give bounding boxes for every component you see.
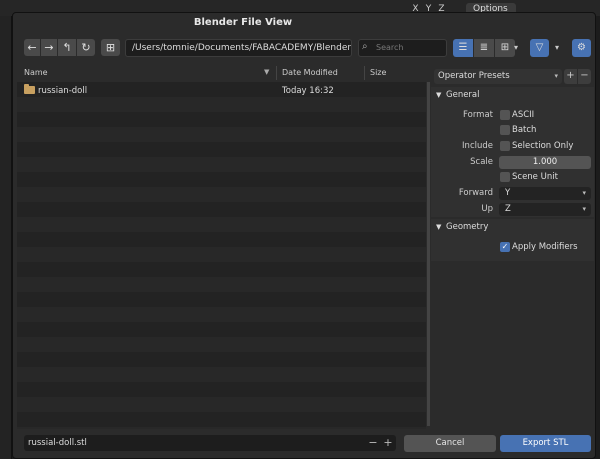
new-folder-icon: ⊞ [105,41,116,54]
selection-only-checkbox[interactable] [500,141,510,151]
export-stl-button[interactable]: Export STL [500,435,591,452]
ascii-label: ASCII [512,110,535,120]
parent-directory-button[interactable]: ↰ [58,39,76,56]
general-header-label: General [446,90,480,100]
arrow-right-icon: → [44,41,54,54]
plus-icon: + [566,70,575,81]
scale-label: Scale [470,157,493,167]
filter-button[interactable]: ▽ [530,39,549,57]
general-section-header[interactable]: ▼ General [431,87,594,104]
dialog-title: Blender File View [193,17,293,28]
minus-icon: − [368,436,378,449]
gear-icon: ⚙ [577,42,586,53]
add-preset-button[interactable]: + [564,69,577,84]
arrow-left-icon: ← [27,41,37,54]
geometry-header-label: Geometry [446,222,489,232]
plus-icon: + [383,436,393,449]
background-left-panel [0,16,12,459]
format-label: Format [463,110,493,120]
list-scrollbar[interactable] [427,82,430,426]
decrement-filename-button[interactable]: − [367,435,379,451]
apply-modifiers-checkbox[interactable]: ✓ [500,242,510,252]
filename-input[interactable]: russial-doll.stl [24,435,396,451]
chevron-down-icon: ▾ [582,205,586,213]
include-label: Include [462,141,493,151]
compact-list-icon: ≣ [479,42,489,53]
search-icon: ⌕ [362,41,368,52]
batch-label: Batch [512,125,537,135]
ascii-checkbox[interactable] [500,110,510,120]
up-label: Up [481,204,493,214]
presets-label: Operator Presets [438,71,510,81]
refresh-button[interactable]: ↻ [77,39,95,56]
refresh-icon: ↻ [81,41,91,54]
grid-view-icon: ⊞ [500,42,510,53]
forward-label: Forward [458,188,493,198]
folder-icon [24,84,35,94]
apply-modifiers-label: Apply Modifiers [512,242,578,252]
scene-unit-checkbox[interactable] [500,172,510,182]
file-list [17,82,426,429]
directory-path-input[interactable]: /Users/tomnie/Documents/FABACADEMY/Blend… [125,39,352,57]
operator-presets-dropdown[interactable]: Operator Presets ▾ [434,69,562,84]
column-divider [364,66,365,80]
file-name: russian-doll [38,86,88,96]
chevron-down-icon: ▾ [554,72,558,80]
chevron-down-icon: ▾ [582,189,586,197]
batch-checkbox[interactable] [500,125,510,135]
forward-button[interactable]: → [41,39,57,56]
column-size[interactable]: Size [370,68,386,77]
list-view-icon: ☰ [458,42,468,53]
settings-button[interactable]: ⚙ [572,39,591,57]
up-axis-select[interactable]: Z ▾ [499,203,591,216]
increment-filename-button[interactable]: + [382,435,394,451]
chevron-down-icon: ▼ [436,223,442,231]
horizontal-list-view-button[interactable]: ≣ [474,39,494,57]
forward-axis-select[interactable]: Y ▾ [499,187,591,200]
back-button[interactable]: ← [24,39,40,56]
sort-descending-icon[interactable]: ▼ [264,68,269,76]
scale-field[interactable]: 1.000 [499,156,591,169]
up-value: Z [505,204,511,214]
geometry-section-header[interactable]: ▼ Geometry [431,219,594,236]
forward-value: Y [505,188,511,198]
parent-directory-icon: ↰ [62,41,72,54]
column-divider [276,66,277,80]
display-settings-chevron-icon[interactable]: ▾ [510,40,522,56]
vertical-list-view-button[interactable]: ☰ [453,39,473,57]
column-date-modified[interactable]: Date Modified [282,68,338,77]
chevron-down-icon: ▼ [436,91,442,99]
remove-preset-button[interactable]: − [578,69,591,84]
file-date: Today 16:32 [282,86,334,96]
new-folder-button[interactable]: ⊞ [101,39,120,56]
selection-only-label: Selection Only [512,141,574,151]
filter-settings-chevron-icon[interactable]: ▾ [551,40,563,56]
column-name[interactable]: Name [24,68,48,77]
cancel-button[interactable]: Cancel [404,435,496,452]
scene-unit-label: Scene Unit [512,172,558,182]
checkmark-icon: ✓ [501,242,509,251]
minus-icon: − [580,70,589,81]
filter-icon: ▽ [535,42,544,53]
